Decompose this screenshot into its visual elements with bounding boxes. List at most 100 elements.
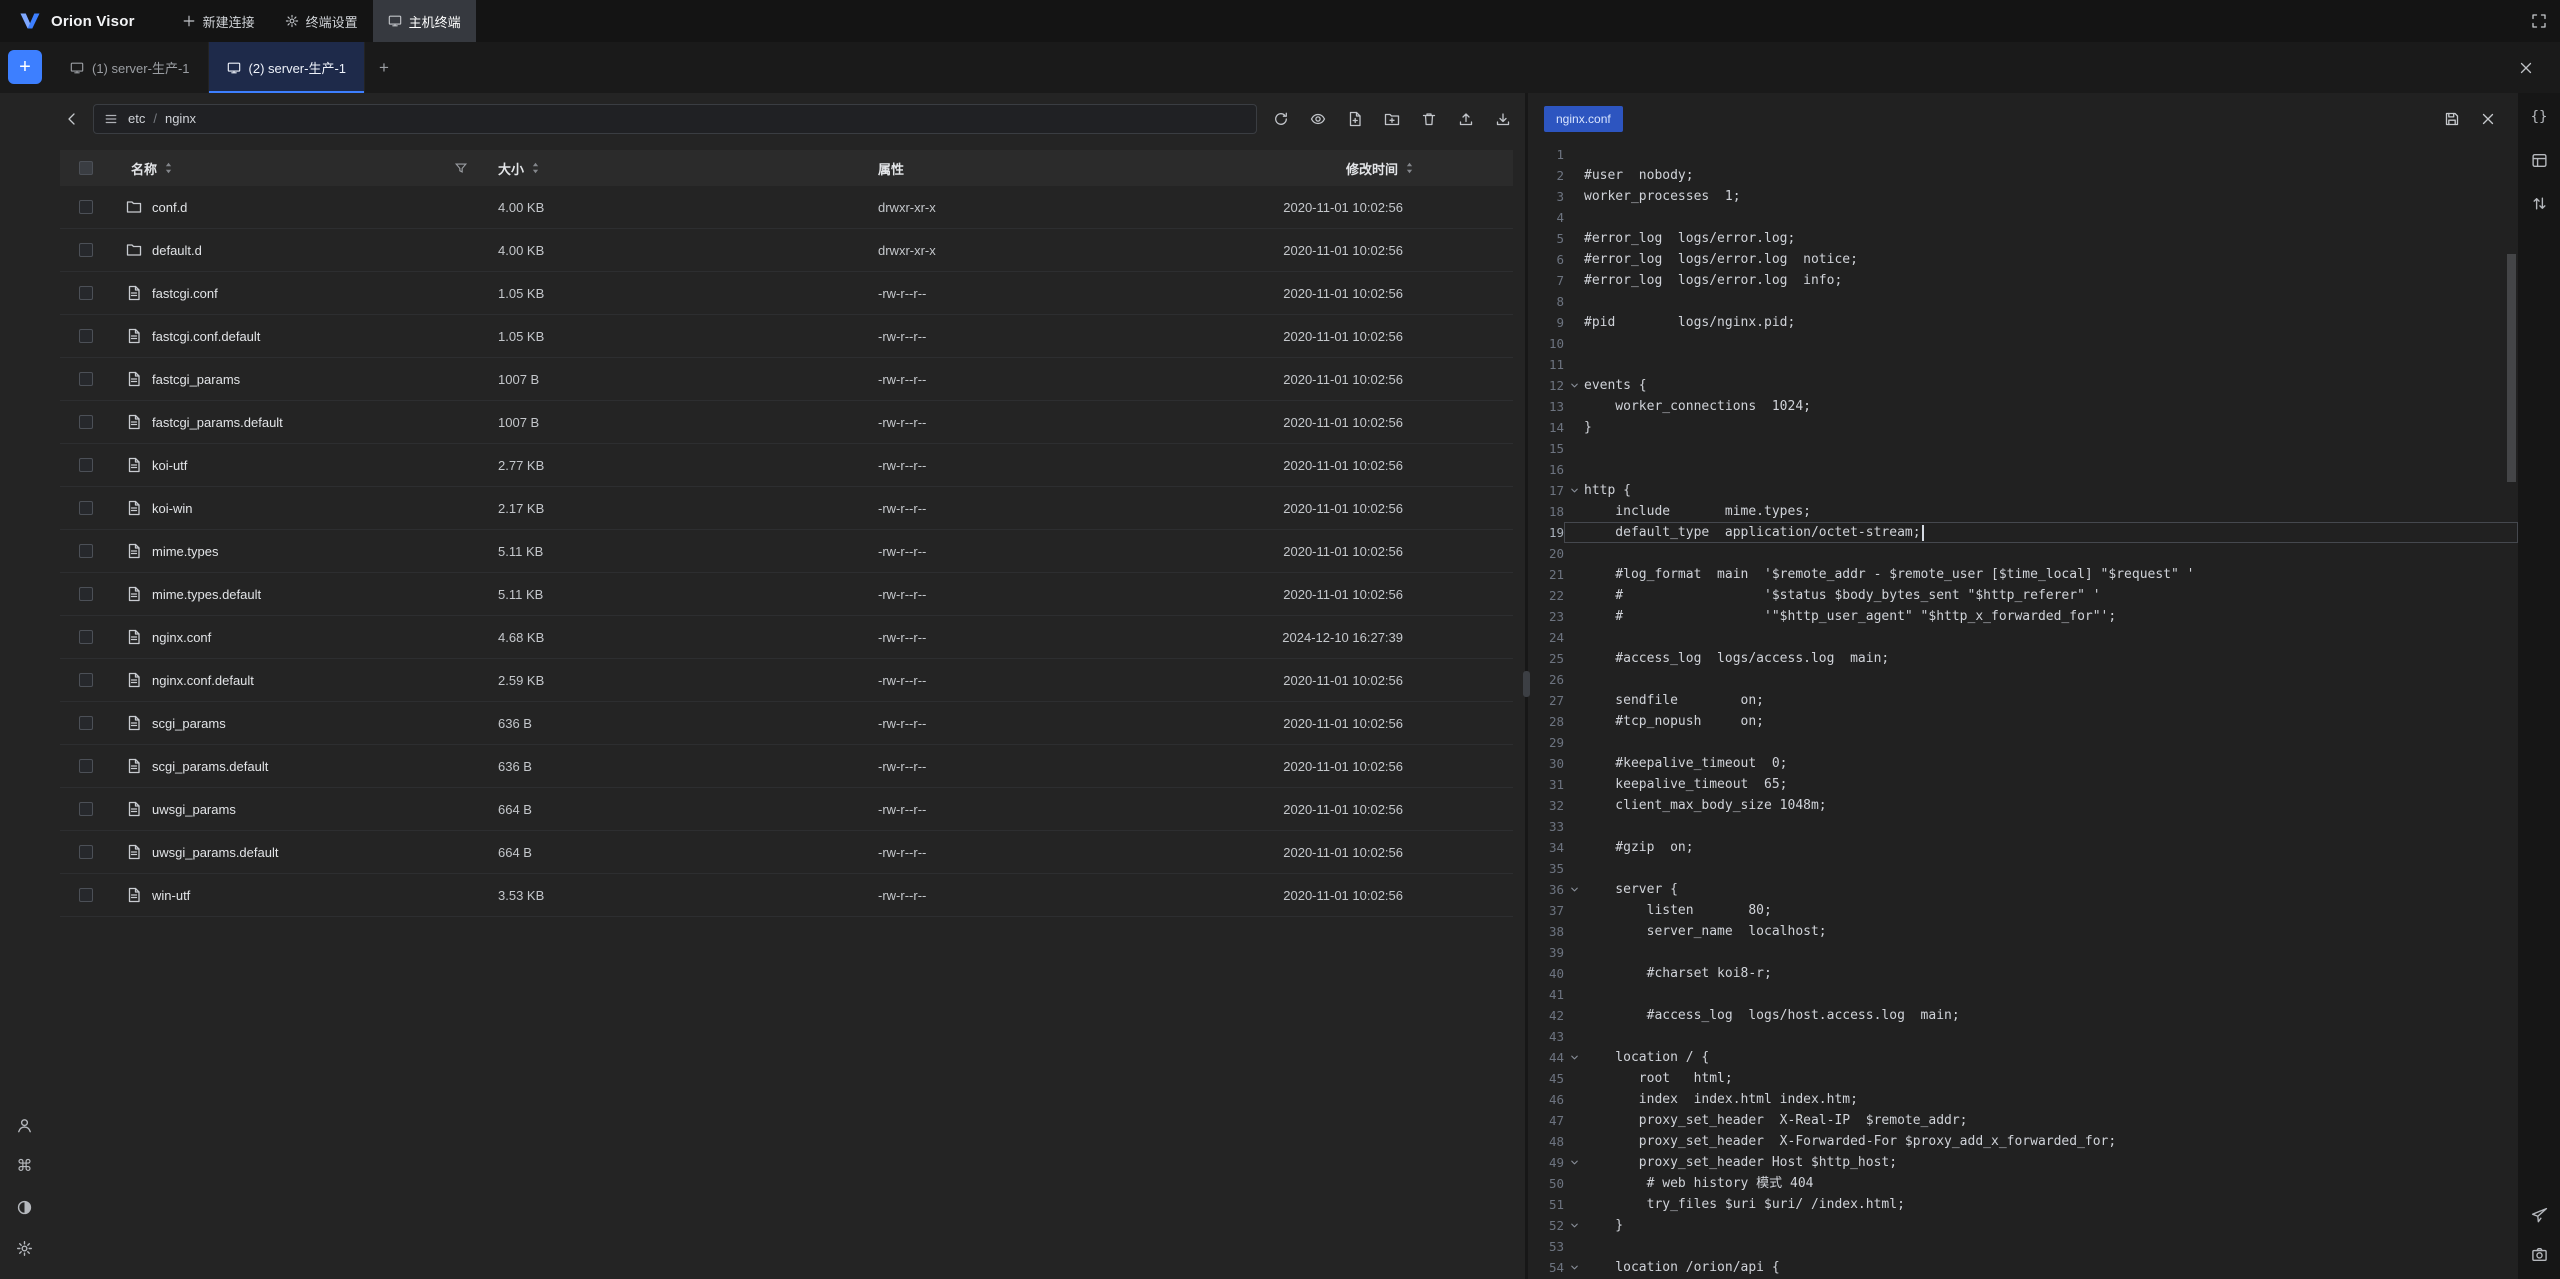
table-row[interactable]: uwsgi_params664 B-rw-r--r--2020-11-01 10… (60, 788, 1513, 831)
code-line[interactable]: 42 #access_log logs/host.access.log main… (1528, 1005, 2518, 1026)
editor-close-button[interactable] (2480, 111, 2496, 127)
row-checkbox[interactable] (60, 415, 112, 429)
fold-chevron-icon[interactable] (1564, 485, 1584, 496)
code-snippet-icon[interactable]: {} (2531, 109, 2548, 126)
code-line[interactable]: 27 sendfile on; (1528, 690, 2518, 711)
code-line[interactable]: 8 (1528, 291, 2518, 312)
code-line[interactable]: 20 (1528, 543, 2518, 564)
row-checkbox[interactable] (60, 286, 112, 300)
file-name[interactable]: default.d (152, 243, 202, 258)
row-checkbox[interactable] (60, 329, 112, 343)
file-name[interactable]: scgi_params (152, 716, 226, 731)
code-line[interactable]: 44 location / { (1528, 1047, 2518, 1068)
editor-scrollbar[interactable] (2507, 254, 2516, 482)
file-name[interactable]: mime.types.default (152, 587, 261, 602)
code-line[interactable]: 1 (1528, 144, 2518, 165)
new-folder-button[interactable] (1384, 111, 1400, 127)
sort-carets-icon[interactable] (1404, 161, 1415, 175)
file-name[interactable]: mime.types (152, 544, 218, 559)
upload-button[interactable] (1458, 111, 1474, 127)
code-line[interactable]: 4 (1528, 207, 2518, 228)
row-checkbox[interactable] (60, 759, 112, 773)
row-checkbox[interactable] (60, 200, 112, 214)
table-row[interactable]: uwsgi_params.default664 B-rw-r--r--2020-… (60, 831, 1513, 874)
new-file-button[interactable] (1347, 111, 1363, 127)
fold-chevron-icon[interactable] (1564, 1220, 1584, 1231)
code-line[interactable]: 17http { (1528, 480, 2518, 501)
code-line[interactable]: 52 } (1528, 1215, 2518, 1236)
code-line[interactable]: 38 server_name localhost; (1528, 921, 2518, 942)
table-row[interactable]: fastcgi.conf1.05 KB-rw-r--r--2020-11-01 … (60, 272, 1513, 315)
fold-chevron-icon[interactable] (1564, 380, 1584, 391)
breadcrumb-segment[interactable]: nginx (165, 111, 196, 126)
screenshot-icon[interactable] (2531, 1246, 2548, 1263)
column-mtime[interactable]: 修改时间 (1346, 159, 1398, 178)
code-line[interactable]: 39 (1528, 942, 2518, 963)
file-name[interactable]: win-utf (152, 888, 190, 903)
row-checkbox[interactable] (60, 372, 112, 386)
row-checkbox[interactable] (60, 802, 112, 816)
breadcrumb-segment[interactable]: etc (128, 111, 145, 126)
code-line[interactable]: 14} (1528, 417, 2518, 438)
code-line[interactable]: 6#error_log logs/error.log notice; (1528, 249, 2518, 270)
row-checkbox[interactable] (60, 716, 112, 730)
terminal-tab-2[interactable]: (2) server-生产-1 (209, 42, 366, 93)
code-line[interactable]: 22 # '$status $body_bytes_sent "$http_re… (1528, 585, 2518, 606)
code-line[interactable]: 23 # '"$http_user_agent" "$http_x_forwar… (1528, 606, 2518, 627)
appearance-icon[interactable] (16, 1199, 33, 1216)
row-checkbox[interactable] (60, 544, 112, 558)
row-checkbox[interactable] (60, 888, 112, 902)
code-line[interactable]: 54 location /orion/api { (1528, 1257, 2518, 1278)
table-row[interactable]: koi-utf2.77 KB-rw-r--r--2020-11-01 10:02… (60, 444, 1513, 487)
table-row[interactable]: nginx.conf4.68 KB-rw-r--r--2024-12-10 16… (60, 616, 1513, 659)
nav-host-terminal[interactable]: 主机终端 (373, 0, 476, 42)
row-checkbox[interactable] (60, 501, 112, 515)
editor-layout-icon[interactable] (2531, 152, 2548, 169)
file-name[interactable]: conf.d (152, 200, 187, 215)
table-row[interactable]: default.d4.00 KBdrwxr-xr-x2020-11-01 10:… (60, 229, 1513, 272)
code-line[interactable]: 35 (1528, 858, 2518, 879)
settings-gear-icon[interactable] (16, 1240, 33, 1257)
table-row[interactable]: conf.d4.00 KBdrwxr-xr-x2020-11-01 10:02:… (60, 186, 1513, 229)
column-size[interactable]: 大小 (498, 159, 524, 178)
code-line[interactable]: 29 (1528, 732, 2518, 753)
delete-button[interactable] (1421, 111, 1437, 127)
editor-file-tab[interactable]: nginx.conf (1544, 106, 1623, 132)
code-line[interactable]: 25 #access_log logs/access.log main; (1528, 648, 2518, 669)
file-name[interactable]: fastcgi_params (152, 372, 240, 387)
back-button[interactable] (59, 106, 85, 132)
code-line[interactable]: 50 # web history 模式 404 (1528, 1173, 2518, 1194)
code-line[interactable]: 15 (1528, 438, 2518, 459)
row-checkbox[interactable] (60, 458, 112, 472)
row-checkbox[interactable] (60, 587, 112, 601)
table-row[interactable]: fastcgi.conf.default1.05 KB-rw-r--r--202… (60, 315, 1513, 358)
code-line[interactable]: 5#error_log logs/error.log; (1528, 228, 2518, 249)
code-line[interactable]: 30 #keepalive_timeout 0; (1528, 753, 2518, 774)
download-button[interactable] (1495, 111, 1511, 127)
table-row[interactable]: mime.types.default5.11 KB-rw-r--r--2020-… (60, 573, 1513, 616)
code-line[interactable]: 11 (1528, 354, 2518, 375)
add-tab-button[interactable]: + (365, 42, 403, 93)
fold-chevron-icon[interactable] (1564, 1262, 1584, 1273)
code-line[interactable]: 9#pid logs/nginx.pid; (1528, 312, 2518, 333)
code-line[interactable]: 3worker_processes 1; (1528, 186, 2518, 207)
code-line[interactable]: 18 include mime.types; (1528, 501, 2518, 522)
code-line[interactable]: 47 proxy_set_header X-Real-IP $remote_ad… (1528, 1110, 2518, 1131)
code-line[interactable]: 28 #tcp_nopush on; (1528, 711, 2518, 732)
table-row[interactable]: mime.types5.11 KB-rw-r--r--2020-11-01 10… (60, 530, 1513, 573)
code-line[interactable]: 2#user nobody; (1528, 165, 2518, 186)
code-line[interactable]: 46 index index.html index.htm; (1528, 1089, 2518, 1110)
show-hidden-button[interactable] (1310, 111, 1326, 127)
close-panel-button[interactable] (2518, 42, 2560, 93)
select-all-checkbox[interactable] (60, 161, 112, 175)
code-line[interactable]: 49 proxy_set_header Host $http_host; (1528, 1152, 2518, 1173)
table-row[interactable]: scgi_params.default636 B-rw-r--r--2020-1… (60, 745, 1513, 788)
fold-chevron-icon[interactable] (1564, 1157, 1584, 1168)
sort-carets-icon[interactable] (163, 161, 174, 175)
code-line[interactable]: 10 (1528, 333, 2518, 354)
save-button[interactable] (2444, 111, 2460, 127)
code-line[interactable]: 16 (1528, 459, 2518, 480)
code-line[interactable]: 31 keepalive_timeout 65; (1528, 774, 2518, 795)
new-terminal-button[interactable]: + (8, 50, 42, 84)
code-line[interactable]: 43 (1528, 1026, 2518, 1047)
